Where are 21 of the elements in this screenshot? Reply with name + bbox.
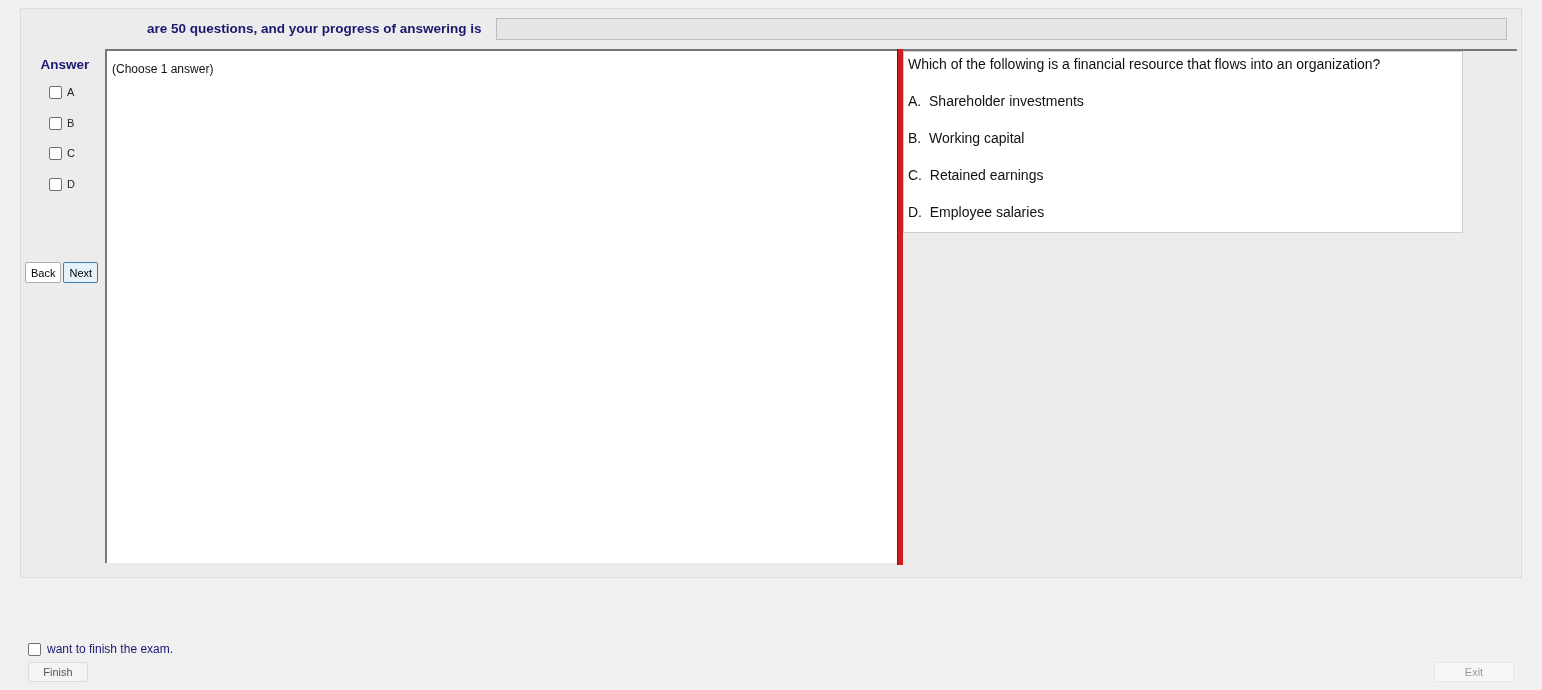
choice-text: C. Retained earnings [908, 166, 1045, 185]
option-label: C [67, 146, 75, 162]
progress-label: are 50 questions, and your progress of answering is [147, 19, 482, 38]
option-label: A [67, 85, 75, 101]
question-text: Which of the following is a financial resource that flows into an organization? [908, 55, 1382, 74]
choice-text: B. Working capital [908, 129, 1026, 148]
choice-text: A. Shareholder investments [908, 92, 1085, 111]
nav-button[interactable]: Next [63, 262, 99, 284]
checkbox[interactable] [49, 116, 62, 130]
checkbox[interactable] [49, 86, 62, 99]
nav-button[interactable]: Back [25, 262, 62, 284]
checkbox[interactable] [49, 177, 62, 191]
answer-title: Answer [40, 56, 90, 74]
option-label: B [67, 115, 75, 131]
choice-text: D. Employee salaries [908, 203, 1046, 222]
finish-button[interactable]: Finish [28, 662, 88, 682]
answer-hint: (Choose 1 answer) [112, 62, 214, 76]
finish-label: want to finish the exam. [47, 641, 174, 658]
option-label: D [67, 176, 75, 192]
checkbox[interactable] [28, 642, 41, 656]
checkbox[interactable] [49, 147, 62, 160]
